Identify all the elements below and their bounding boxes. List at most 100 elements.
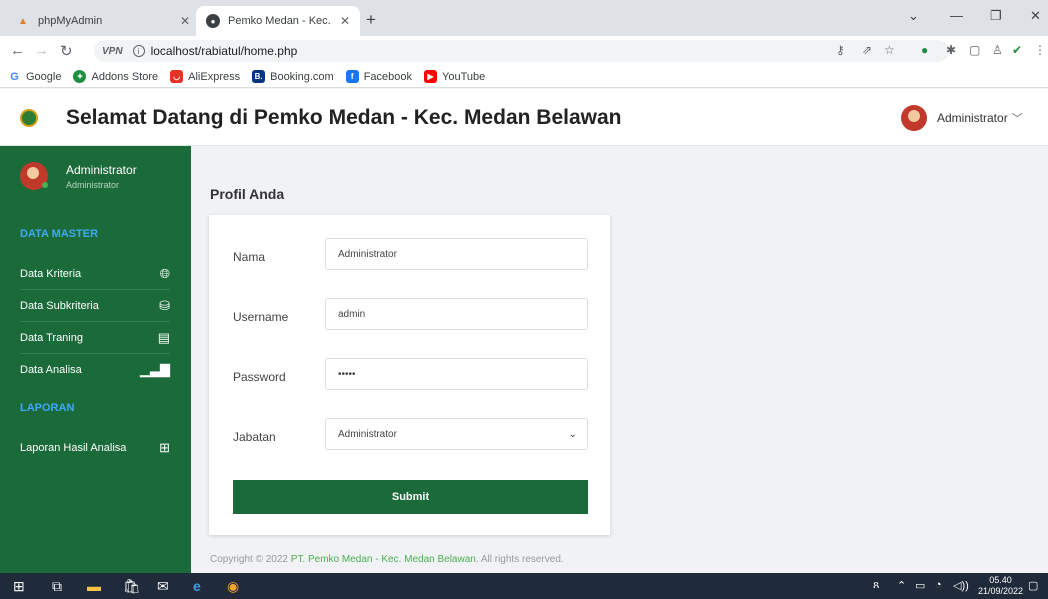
youtube-icon: ▶ — [424, 70, 438, 83]
forward-icon[interactable]: → — [34, 42, 49, 59]
username-row: Username admin — [233, 298, 588, 330]
footer-copyright: Copyright © 2022 PT. Pemko Medan - Kec. … — [210, 554, 564, 565]
tab-phpmyadmin[interactable]: ▲ phpMyAdmin ✕ — [6, 6, 200, 36]
pemko-logo-icon — [20, 109, 38, 127]
bookmark-label: Google — [26, 70, 62, 83]
sidebar-item-label: Data Kriteria — [20, 267, 82, 280]
chevron-up-icon[interactable]: ⌃ — [897, 579, 906, 592]
browser-tab-strip: ▲ phpMyAdmin ✕ ● Pemko Medan - Kec. Meda… — [0, 0, 1048, 36]
tab-search-icon[interactable]: ⌄ — [908, 8, 919, 24]
sidebar-item-data-kriteria[interactable]: Data Kriteria 🌐︎ — [20, 258, 170, 290]
bookmarks-bar: G Google ✦ Addons Store ◡ AliExpress B. … — [0, 66, 1048, 88]
back-icon[interactable]: ← — [10, 42, 25, 59]
sidebar-user-name: Administrator — [66, 162, 137, 177]
edge-icon[interactable]: e — [193, 578, 201, 594]
address-bar[interactable]: VPN i localhost/rabiatul/home.php — [94, 40, 949, 62]
notification-icon[interactable]: ▢ — [1028, 579, 1038, 592]
tab-title: Pemko Medan - Kec. Medan Bela — [228, 15, 334, 27]
mail-icon[interactable]: ✉ — [157, 578, 169, 595]
browser-app-icon[interactable]: ◉ — [227, 578, 239, 595]
bookmark-booking[interactable]: B. Booking.com — [252, 70, 334, 83]
layers-icon: ⛁ — [159, 297, 170, 313]
chevron-down-icon: ﹀ — [1011, 113, 1023, 125]
sidebar-item-data-analisa[interactable]: Data Analisa ▁▃▇ — [20, 354, 170, 386]
people-icon[interactable]: ጸ — [873, 579, 879, 592]
bookmark-google[interactable]: G Google — [8, 70, 61, 83]
sidebar-section-laporan: LAPORAN — [20, 402, 75, 414]
sidebar-section-data-master: DATA MASTER — [20, 228, 99, 240]
avatar — [901, 105, 927, 131]
jabatan-selected-value: Administrator — [338, 428, 397, 440]
book-icon: ▤ — [157, 329, 170, 345]
bookmark-label: YouTube — [442, 70, 486, 83]
sidebar-item-data-traning[interactable]: Data Traning ▤ — [20, 322, 170, 354]
minimize-button[interactable]: — — [950, 8, 963, 23]
sidebar-user-panel: Administrator Administrator — [20, 162, 137, 190]
submit-button[interactable]: Submit — [233, 480, 588, 514]
grid-icon: ⊞ — [159, 440, 170, 455]
page-title: Profil Anda — [210, 186, 285, 202]
sidebar-item-label: Laporan Hasil Analisa — [20, 442, 127, 454]
puzzle-icon[interactable]: ✱ — [946, 43, 956, 57]
bar-chart-icon: ▁▃▇ — [140, 362, 170, 377]
volume-icon[interactable]: ◁)) — [953, 579, 969, 592]
addons-icon: ✦ — [73, 70, 87, 83]
user-menu[interactable]: Administrator ﹀ — [901, 105, 1023, 131]
battery-icon[interactable]: ▭ — [915, 579, 925, 592]
aliexpress-icon: ◡ — [170, 70, 184, 83]
bookmark-label: Addons Store — [91, 70, 159, 83]
close-icon[interactable]: ✕ — [180, 14, 190, 28]
bookmark-facebook[interactable]: f Facebook — [345, 70, 413, 83]
file-explorer-icon[interactable]: ▬ — [87, 578, 101, 594]
main-content: Profil Anda Nama Administrator Username … — [191, 146, 1048, 573]
jabatan-label: Jabatan — [233, 430, 276, 444]
bookmark-aliexpress[interactable]: ◡ AliExpress — [170, 70, 240, 83]
extension-p-icon[interactable]: ● — [921, 43, 928, 57]
new-tab-button[interactable]: + — [366, 10, 376, 30]
google-icon: G — [8, 70, 21, 83]
close-icon[interactable]: ✕ — [340, 14, 350, 28]
username-field[interactable]: admin — [325, 298, 588, 330]
nama-field[interactable]: Administrator — [325, 238, 588, 270]
sidebar-item-label: Data Analisa — [20, 364, 82, 376]
maximize-button[interactable]: ❐ — [990, 8, 1002, 24]
clock-time: 05.40 — [989, 575, 1012, 585]
tab-title: phpMyAdmin — [38, 15, 103, 27]
jabatan-select[interactable]: Administrator ⌄ — [325, 418, 588, 450]
jabatan-row: Jabatan Administrator ⌄ — [233, 418, 588, 450]
browser-toolbar: ← → ↻ VPN i localhost/rabiatul/home.php … — [0, 36, 1048, 66]
profile-icon[interactable]: ♙ — [992, 43, 1003, 57]
taskbar-clock[interactable]: 05.40 21/09/2022 — [978, 575, 1023, 597]
reload-icon[interactable]: ↻ — [60, 42, 73, 60]
password-label: Password — [233, 370, 286, 384]
windows-start-icon[interactable]: ⊞ — [13, 578, 25, 595]
menu-icon[interactable]: ⋮ — [1034, 43, 1046, 57]
site-title: Selamat Datang di Pemko Medan - Kec. Med… — [66, 106, 622, 129]
online-status-icon — [42, 182, 48, 188]
profile-card: Nama Administrator Username admin Passwo… — [209, 215, 610, 535]
password-field[interactable]: ••••• — [325, 358, 588, 390]
sidebar-item-laporan-hasil-analisa[interactable]: Laporan Hasil Analisa ⊞ — [20, 432, 170, 464]
key-icon[interactable]: ⚷ — [836, 43, 845, 57]
tab-pemko-medan[interactable]: ● Pemko Medan - Kec. Medan Bela ✕ — [196, 6, 360, 36]
task-view-icon[interactable]: ⧉ — [52, 578, 62, 595]
info-icon[interactable]: i — [132, 45, 145, 57]
footer-prefix: Copyright © 2022 — [210, 554, 291, 565]
bookmark-addons-store[interactable]: ✦ Addons Store — [73, 70, 158, 83]
app-header: Selamat Datang di Pemko Medan - Kec. Med… — [0, 89, 1048, 146]
close-window-button[interactable]: ✕ — [1030, 8, 1041, 24]
bookmark-label: Facebook — [363, 70, 413, 83]
star-icon[interactable]: ☆ — [884, 43, 895, 57]
shield-icon[interactable]: ✔ — [1012, 43, 1022, 57]
globe-icon: 🌐︎ — [159, 265, 170, 281]
sidebar-item-data-subkriteria[interactable]: Data Subkriteria ⛁ — [20, 290, 170, 322]
sidepanel-icon[interactable]: ▢ — [969, 43, 980, 57]
bookmark-youtube[interactable]: ▶ YouTube — [424, 70, 485, 83]
store-icon[interactable]: 🛍︎ — [123, 578, 141, 595]
wifi-icon[interactable]: ◔ — [935, 579, 942, 591]
footer-link[interactable]: PT. Pemko Medan - Kec. Medan Belawan — [291, 554, 476, 565]
vpn-badge[interactable]: VPN — [102, 46, 123, 57]
url-text: localhost/rabiatul/home.php — [150, 44, 298, 58]
share-icon[interactable]: ⇗ — [862, 43, 872, 57]
phpmyadmin-icon: ▲ — [18, 15, 28, 27]
